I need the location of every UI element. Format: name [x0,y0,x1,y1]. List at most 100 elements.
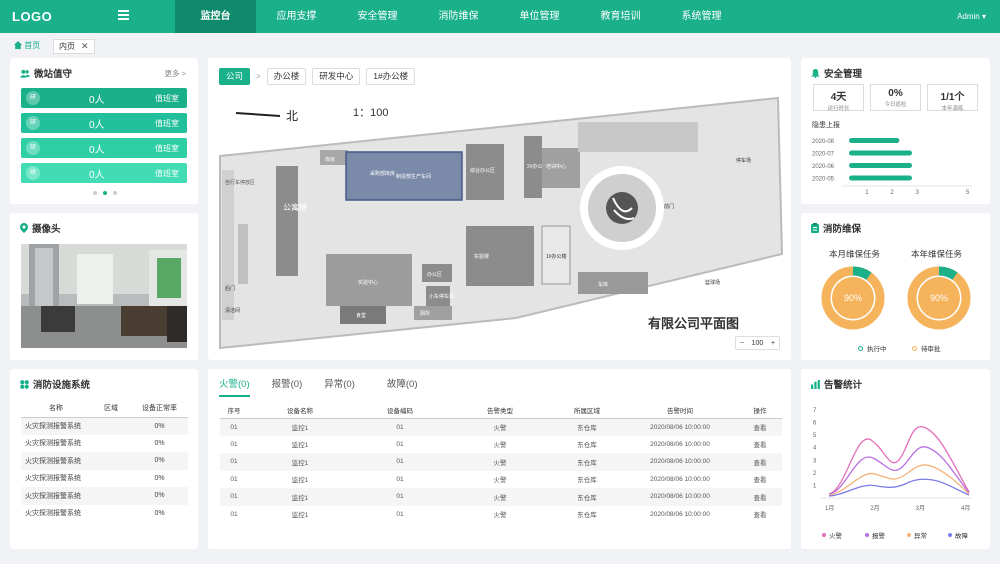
view-link[interactable]: 查看 [738,506,782,524]
table-cell: 2020/08/06 10:00:00 [650,475,710,483]
legend-executing: 执行中 [858,343,887,353]
duty-room: 值班室 [155,93,179,103]
camera-title: 摄像头 [32,224,61,235]
tab-alarm[interactable]: 报警(0) [272,376,303,397]
more-link[interactable]: 更多 > [165,68,186,79]
table-row[interactable]: 火灾探测报警系统 0% [21,417,188,435]
table-cell: 01 [220,488,248,506]
duty-badge: 研 [26,116,40,130]
view-link[interactable]: 查看 [738,418,782,436]
users-icon [20,69,30,78]
svg-text:自行车停放区: 自行车停放区 [225,179,255,186]
tab-fire[interactable]: 火警(0) [219,376,250,397]
tab-home[interactable]: 首页 [14,39,40,54]
table-cell: 01 [230,475,238,483]
table-cell: 东仓库 [577,442,597,450]
legend-alarm: 报警 [865,530,885,540]
table-cell: 01 [396,440,404,448]
carousel-dot[interactable] [103,191,107,195]
close-icon[interactable]: ✕ [81,41,89,51]
table-cell: 01 [352,488,448,506]
nav-safety[interactable]: 安全管理 [337,0,418,33]
x-tick-label: 4月 [961,505,970,512]
table-cell: 监控1 [291,477,309,485]
column-header: 序号 [220,402,248,419]
table-cell: 01 [230,510,238,518]
table-cell: 01 [396,510,404,518]
tab-inner[interactable]: 内页 ✕ [53,39,95,54]
zoom-out-button[interactable]: − [740,340,744,347]
table-row[interactable]: 火灾探测报警系统 0% [21,505,188,523]
maint-donuts: 90% 90% [821,266,971,330]
tab-fault[interactable]: 故障(0) [387,376,418,397]
view-link[interactable]: 查看 [738,471,782,489]
svg-text:公寓楼: 公寓楼 [283,202,307,212]
table-row[interactable]: 01 监控1 01 火警 东仓库 2020/08/06 10:00:00 查看 [220,471,782,489]
x-tick-label: 1月 [825,505,834,512]
carousel-dot[interactable] [93,191,97,195]
duty-row[interactable]: 研 0人 值班室 [21,113,187,133]
table-cell: 火警 [448,453,552,471]
table-row[interactable]: 01 监控1 01 火警 东仓库 2020/08/06 10:00:00 查看 [220,436,782,454]
scale-label: 1：100 [353,107,388,119]
zoom-in-button[interactable]: + [771,340,775,347]
duty-row[interactable]: 研 0人 值班室 [21,138,187,158]
nav-app-support[interactable]: 应用支撑 [256,0,337,33]
carousel-dots [93,191,117,195]
svg-text:实验中心: 实验中心 [358,279,378,286]
stat-drill: 1/1个 本年演练 [927,84,978,112]
y-tick-label: 4 [813,446,817,452]
table-row[interactable]: 火灾探测报警系统 0% [21,435,188,453]
table-row[interactable]: 01 监控1 01 火警 东仓库 2020/08/06 10:00:00 查看 [220,453,782,471]
legend-label: 执行中 [867,346,887,353]
alarm-stats-title: 告警统计 [824,380,863,391]
donut-value: 90% [930,293,948,303]
table-row[interactable]: 火灾探测报警系统 0% [21,487,188,505]
nav-monitor[interactable]: 监控台 [175,0,256,33]
table-cell: 火警 [493,512,507,520]
duty-row[interactable]: 研 0人 值班室 [21,88,187,108]
duty-count: 0人 [89,144,105,156]
north-arrow: 北 [236,109,298,123]
table-cell: 2020/08/06 10:00:00 [622,488,738,506]
view-link[interactable]: 查看 [738,453,782,471]
stat-label: 本年演练 [941,106,964,112]
view-link[interactable]: 查看 [738,488,782,506]
svg-text:1#办公楼: 1#办公楼 [546,253,567,260]
table-cell: 01 [396,475,404,483]
duty-row[interactable]: 研 0人 值班室 [21,163,187,183]
menu-icon[interactable] [118,10,129,20]
stat-value: 0% [888,88,903,99]
user-menu[interactable]: Admin ▾ [957,0,986,33]
zoom-level: 100 [751,339,764,347]
table-row[interactable]: 01 监控1 01 火警 东仓库 2020/08/06 10:00:00 查看 [220,418,782,436]
table-cell: 2020/08/06 10:00:00 [622,418,738,436]
carousel-dot[interactable] [113,191,117,195]
view-link[interactable]: 查看 [738,436,782,454]
table-row[interactable]: 01 监控1 01 火警 东仓库 2020/08/06 10:00:00 查看 [220,488,782,506]
nav-system[interactable]: 系统管理 [661,0,742,33]
floor-plan[interactable]: 北 1：100 公寓楼 库房 采购部库房 制造部生产车间 综合办公区 2#办公楼… [208,58,791,360]
table-cell: 火警 [448,488,552,506]
north-label: 北 [286,109,298,123]
y-tick-label: 1 [813,483,817,489]
table-cell: 东仓库 [552,453,622,471]
nav-training[interactable]: 教育培训 [580,0,661,33]
nav-unit[interactable]: 单位管理 [499,0,580,33]
bell-icon [811,68,820,78]
svg-text:前门: 前门 [664,203,674,210]
safety-title: 安全管理 [824,69,863,80]
table-row[interactable]: 01 监控1 01 火警 东仓库 2020/08/06 10:00:00 查看 [220,506,782,524]
legend-fault: 故障 [948,530,968,540]
svg-text:清洁间: 清洁间 [225,307,240,314]
table-row[interactable]: 火灾探测报警系统 0% [21,470,188,488]
table-cell: 01 [220,453,248,471]
camera-feed[interactable] [21,244,187,348]
tab-abnormal[interactable]: 异常(0) [324,376,355,397]
nav-fire-maint[interactable]: 消防维保 [418,0,499,33]
x-tick-label: 2 [890,190,894,196]
y-tick-label: 2 [813,471,817,477]
safety-header: 安全管理 [811,66,862,80]
table-row[interactable]: 火灾探测报警系统 0% [21,452,188,470]
y-tick-label: 2020-07 [812,152,835,158]
